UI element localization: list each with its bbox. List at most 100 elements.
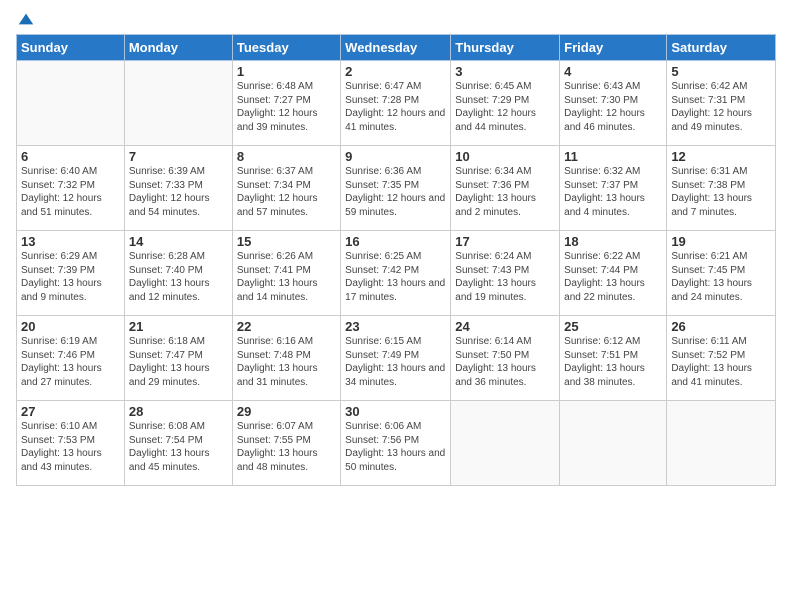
calendar-cell: 13Sunrise: 6:29 AM Sunset: 7:39 PM Dayli… <box>17 231 125 316</box>
day-number: 30 <box>345 404 446 419</box>
calendar-cell: 28Sunrise: 6:08 AM Sunset: 7:54 PM Dayli… <box>124 401 232 486</box>
day-info: Sunrise: 6:48 AM Sunset: 7:27 PM Dayligh… <box>237 80 336 134</box>
calendar-cell: 2Sunrise: 6:47 AM Sunset: 7:28 PM Daylig… <box>341 61 451 146</box>
day-info: Sunrise: 6:29 AM Sunset: 7:39 PM Dayligh… <box>21 250 120 304</box>
calendar-cell: 16Sunrise: 6:25 AM Sunset: 7:42 PM Dayli… <box>341 231 451 316</box>
day-info: Sunrise: 6:06 AM Sunset: 7:56 PM Dayligh… <box>345 420 446 474</box>
day-number: 25 <box>564 319 662 334</box>
day-info: Sunrise: 6:45 AM Sunset: 7:29 PM Dayligh… <box>455 80 555 134</box>
day-number: 2 <box>345 64 446 79</box>
day-info: Sunrise: 6:16 AM Sunset: 7:48 PM Dayligh… <box>237 335 336 389</box>
day-info: Sunrise: 6:34 AM Sunset: 7:36 PM Dayligh… <box>455 165 555 219</box>
day-number: 10 <box>455 149 555 164</box>
day-number: 15 <box>237 234 336 249</box>
day-info: Sunrise: 6:47 AM Sunset: 7:28 PM Dayligh… <box>345 80 446 134</box>
day-info: Sunrise: 6:19 AM Sunset: 7:46 PM Dayligh… <box>21 335 120 389</box>
day-info: Sunrise: 6:37 AM Sunset: 7:34 PM Dayligh… <box>237 165 336 219</box>
calendar-cell: 10Sunrise: 6:34 AM Sunset: 7:36 PM Dayli… <box>451 146 560 231</box>
calendar-cell: 29Sunrise: 6:07 AM Sunset: 7:55 PM Dayli… <box>232 401 340 486</box>
day-info: Sunrise: 6:40 AM Sunset: 7:32 PM Dayligh… <box>21 165 120 219</box>
calendar-cell: 3Sunrise: 6:45 AM Sunset: 7:29 PM Daylig… <box>451 61 560 146</box>
day-number: 16 <box>345 234 446 249</box>
day-info: Sunrise: 6:39 AM Sunset: 7:33 PM Dayligh… <box>129 165 228 219</box>
day-info: Sunrise: 6:15 AM Sunset: 7:49 PM Dayligh… <box>345 335 446 389</box>
day-info: Sunrise: 6:21 AM Sunset: 7:45 PM Dayligh… <box>671 250 771 304</box>
col-header-monday: Monday <box>124 35 232 61</box>
day-info: Sunrise: 6:14 AM Sunset: 7:50 PM Dayligh… <box>455 335 555 389</box>
calendar-header-row: SundayMondayTuesdayWednesdayThursdayFrid… <box>17 35 776 61</box>
day-number: 9 <box>345 149 446 164</box>
calendar-cell: 24Sunrise: 6:14 AM Sunset: 7:50 PM Dayli… <box>451 316 560 401</box>
calendar-cell: 1Sunrise: 6:48 AM Sunset: 7:27 PM Daylig… <box>232 61 340 146</box>
day-info: Sunrise: 6:31 AM Sunset: 7:38 PM Dayligh… <box>671 165 771 219</box>
day-number: 12 <box>671 149 771 164</box>
day-number: 19 <box>671 234 771 249</box>
calendar-cell: 23Sunrise: 6:15 AM Sunset: 7:49 PM Dayli… <box>341 316 451 401</box>
day-info: Sunrise: 6:07 AM Sunset: 7:55 PM Dayligh… <box>237 420 336 474</box>
day-number: 27 <box>21 404 120 419</box>
day-number: 11 <box>564 149 662 164</box>
day-info: Sunrise: 6:08 AM Sunset: 7:54 PM Dayligh… <box>129 420 228 474</box>
col-header-sunday: Sunday <box>17 35 125 61</box>
calendar-cell: 9Sunrise: 6:36 AM Sunset: 7:35 PM Daylig… <box>341 146 451 231</box>
day-number: 20 <box>21 319 120 334</box>
calendar-cell: 21Sunrise: 6:18 AM Sunset: 7:47 PM Dayli… <box>124 316 232 401</box>
calendar-cell: 12Sunrise: 6:31 AM Sunset: 7:38 PM Dayli… <box>667 146 776 231</box>
calendar-cell: 4Sunrise: 6:43 AM Sunset: 7:30 PM Daylig… <box>560 61 667 146</box>
header <box>16 10 776 28</box>
logo-icon <box>17 10 35 28</box>
calendar-cell: 11Sunrise: 6:32 AM Sunset: 7:37 PM Dayli… <box>560 146 667 231</box>
day-number: 14 <box>129 234 228 249</box>
day-number: 17 <box>455 234 555 249</box>
calendar-cell: 26Sunrise: 6:11 AM Sunset: 7:52 PM Dayli… <box>667 316 776 401</box>
day-number: 7 <box>129 149 228 164</box>
col-header-tuesday: Tuesday <box>232 35 340 61</box>
calendar-cell <box>17 61 125 146</box>
calendar-cell: 22Sunrise: 6:16 AM Sunset: 7:48 PM Dayli… <box>232 316 340 401</box>
day-info: Sunrise: 6:11 AM Sunset: 7:52 PM Dayligh… <box>671 335 771 389</box>
col-header-wednesday: Wednesday <box>341 35 451 61</box>
calendar-week-row: 20Sunrise: 6:19 AM Sunset: 7:46 PM Dayli… <box>17 316 776 401</box>
day-number: 26 <box>671 319 771 334</box>
day-number: 22 <box>237 319 336 334</box>
day-number: 3 <box>455 64 555 79</box>
day-info: Sunrise: 6:22 AM Sunset: 7:44 PM Dayligh… <box>564 250 662 304</box>
day-number: 18 <box>564 234 662 249</box>
day-number: 29 <box>237 404 336 419</box>
col-header-saturday: Saturday <box>667 35 776 61</box>
day-info: Sunrise: 6:12 AM Sunset: 7:51 PM Dayligh… <box>564 335 662 389</box>
calendar-cell <box>560 401 667 486</box>
day-info: Sunrise: 6:32 AM Sunset: 7:37 PM Dayligh… <box>564 165 662 219</box>
day-number: 13 <box>21 234 120 249</box>
col-header-friday: Friday <box>560 35 667 61</box>
day-info: Sunrise: 6:43 AM Sunset: 7:30 PM Dayligh… <box>564 80 662 134</box>
calendar-cell: 18Sunrise: 6:22 AM Sunset: 7:44 PM Dayli… <box>560 231 667 316</box>
calendar-cell <box>124 61 232 146</box>
calendar-week-row: 1Sunrise: 6:48 AM Sunset: 7:27 PM Daylig… <box>17 61 776 146</box>
calendar-cell: 5Sunrise: 6:42 AM Sunset: 7:31 PM Daylig… <box>667 61 776 146</box>
day-number: 8 <box>237 149 336 164</box>
calendar-cell <box>451 401 560 486</box>
day-number: 5 <box>671 64 771 79</box>
calendar-cell: 7Sunrise: 6:39 AM Sunset: 7:33 PM Daylig… <box>124 146 232 231</box>
page: SundayMondayTuesdayWednesdayThursdayFrid… <box>0 0 792 612</box>
calendar-cell: 14Sunrise: 6:28 AM Sunset: 7:40 PM Dayli… <box>124 231 232 316</box>
calendar-cell: 8Sunrise: 6:37 AM Sunset: 7:34 PM Daylig… <box>232 146 340 231</box>
calendar-week-row: 27Sunrise: 6:10 AM Sunset: 7:53 PM Dayli… <box>17 401 776 486</box>
calendar-cell: 6Sunrise: 6:40 AM Sunset: 7:32 PM Daylig… <box>17 146 125 231</box>
day-number: 23 <box>345 319 446 334</box>
day-info: Sunrise: 6:24 AM Sunset: 7:43 PM Dayligh… <box>455 250 555 304</box>
day-number: 4 <box>564 64 662 79</box>
day-info: Sunrise: 6:26 AM Sunset: 7:41 PM Dayligh… <box>237 250 336 304</box>
logo <box>16 10 35 28</box>
calendar-cell: 17Sunrise: 6:24 AM Sunset: 7:43 PM Dayli… <box>451 231 560 316</box>
day-number: 28 <box>129 404 228 419</box>
calendar-cell: 27Sunrise: 6:10 AM Sunset: 7:53 PM Dayli… <box>17 401 125 486</box>
calendar-cell: 25Sunrise: 6:12 AM Sunset: 7:51 PM Dayli… <box>560 316 667 401</box>
day-info: Sunrise: 6:10 AM Sunset: 7:53 PM Dayligh… <box>21 420 120 474</box>
day-info: Sunrise: 6:36 AM Sunset: 7:35 PM Dayligh… <box>345 165 446 219</box>
day-number: 24 <box>455 319 555 334</box>
day-info: Sunrise: 6:18 AM Sunset: 7:47 PM Dayligh… <box>129 335 228 389</box>
day-number: 21 <box>129 319 228 334</box>
day-number: 6 <box>21 149 120 164</box>
